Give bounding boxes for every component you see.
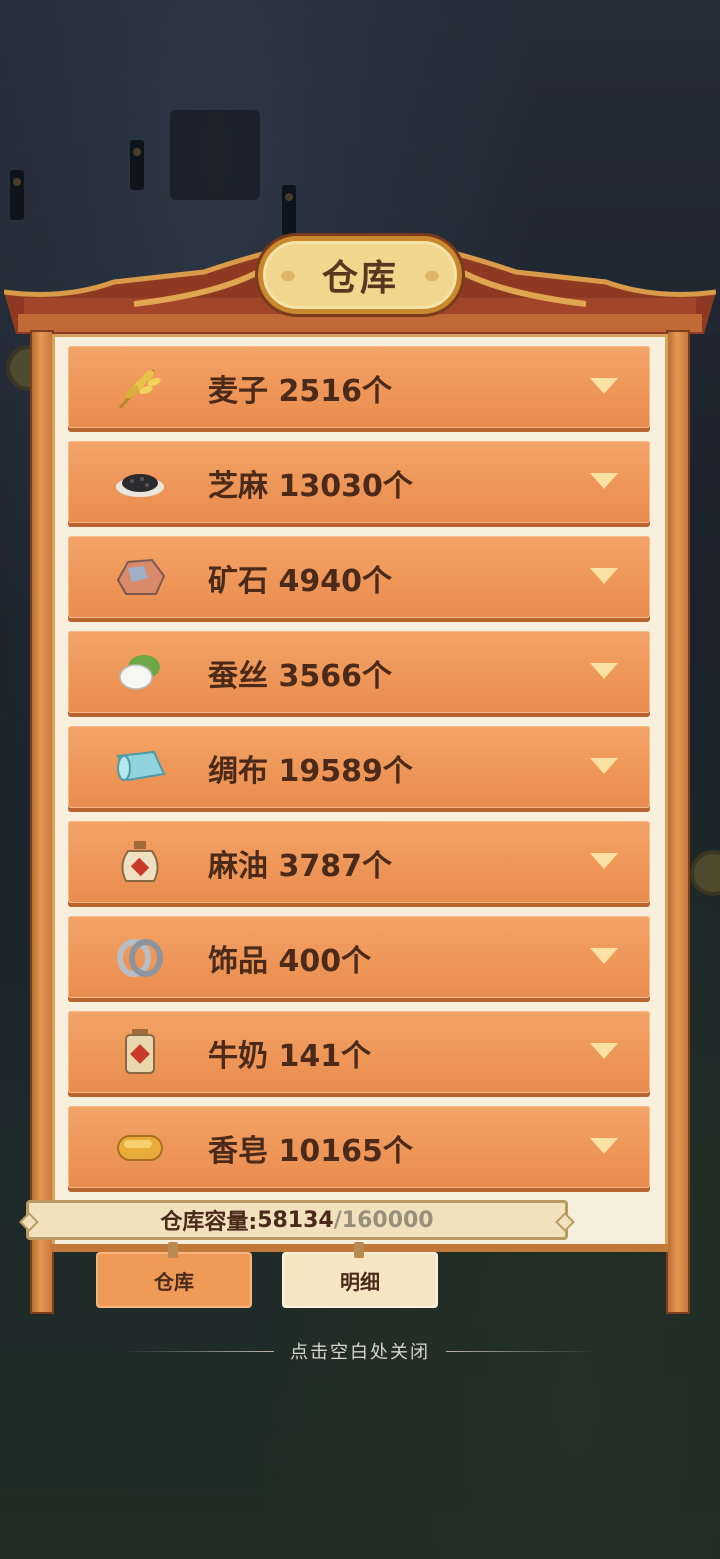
capacity-label: 仓库容量: — [160, 1210, 258, 1235]
milk-jar-icon — [125, 1029, 155, 1074]
tab-label: 明细 — [340, 1269, 380, 1294]
tab-label: 仓库 — [154, 1269, 194, 1294]
item-label: 芝麻 13030个 — [208, 469, 413, 504]
background-coin — [690, 850, 720, 896]
capacity-bar: 仓库容量: 58134 /160000 — [26, 1200, 568, 1240]
tab-hook — [354, 1242, 364, 1258]
chevron-down-icon[interactable] — [590, 1043, 618, 1059]
oil-jar-icon — [121, 841, 159, 882]
item-label: 牛奶 141个 — [208, 1039, 372, 1074]
background-gate — [170, 110, 260, 200]
chevron-down-icon[interactable] — [590, 758, 618, 774]
item-label: 麦子 2516个 — [208, 374, 392, 409]
capacity-used: 58134 — [257, 1207, 334, 1233]
tab-hook — [168, 1242, 178, 1258]
background-lantern — [10, 170, 24, 220]
chevron-down-icon[interactable] — [590, 853, 618, 869]
capacity-max: /160000 — [333, 1207, 434, 1233]
chevron-down-icon[interactable] — [590, 568, 618, 584]
item-label: 香皂 10165个 — [208, 1134, 413, 1169]
page-title: 仓库 — [321, 257, 398, 299]
item-label: 蚕丝 3566个 — [208, 659, 392, 694]
plaque-ornament — [281, 271, 295, 281]
inventory-row-sesame[interactable]: 芝麻 13030个 — [68, 441, 650, 523]
item-label: 饰品 400个 — [208, 944, 372, 979]
background-lantern — [130, 140, 144, 190]
inventory-row-jewelry[interactable]: 饰品 400个 — [68, 916, 650, 998]
divider-line — [446, 1350, 596, 1352]
right-pillar — [666, 330, 690, 1314]
sesame-icon — [116, 474, 164, 497]
inventory-row-milk[interactable]: 牛奶 141个 — [68, 1011, 650, 1093]
background-lantern — [282, 185, 296, 235]
soap-icon — [117, 1135, 163, 1161]
cloth-roll-icon — [116, 750, 166, 782]
plaque-ornament — [425, 271, 439, 281]
item-label: 矿石 4940个 — [208, 564, 392, 599]
ore-icon — [116, 558, 166, 595]
item-label: 绸布 19589个 — [208, 754, 413, 789]
chevron-down-icon[interactable] — [590, 663, 618, 679]
inventory-row-cloth[interactable]: 绸布 19589个 — [68, 726, 650, 808]
title-plaque: 仓库 — [258, 236, 462, 314]
tab-warehouse[interactable]: 仓库 — [96, 1242, 252, 1308]
tab-details[interactable]: 明细 — [282, 1242, 438, 1308]
inventory-row-silk[interactable]: 蚕丝 3566个 — [68, 631, 650, 713]
close-hint[interactable]: 点击空白处关闭 — [0, 1336, 720, 1366]
chevron-down-icon[interactable] — [590, 378, 618, 394]
wheat-icon — [118, 368, 161, 410]
chevron-down-icon[interactable] — [590, 948, 618, 964]
item-label: 麻油 3787个 — [208, 849, 392, 884]
inventory-row-soap[interactable]: 香皂 10165个 — [68, 1106, 650, 1188]
warehouse-frame: 麦子 2516个 芝麻 13030个 矿石 4940个 蚕丝 3566个 绸布 … — [30, 330, 690, 1314]
divider-line — [124, 1350, 274, 1352]
silk-cocoon-icon — [119, 655, 160, 690]
rings-icon — [117, 939, 163, 977]
left-pillar — [30, 330, 54, 1314]
inventory-row-ore[interactable]: 矿石 4940个 — [68, 536, 650, 618]
inventory-row-oil[interactable]: 麻油 3787个 — [68, 821, 650, 903]
chevron-down-icon[interactable] — [590, 1138, 618, 1154]
chevron-down-icon[interactable] — [590, 473, 618, 489]
inventory-row-wheat[interactable]: 麦子 2516个 — [68, 346, 650, 428]
close-hint-text: 点击空白处关闭 — [290, 1342, 430, 1363]
